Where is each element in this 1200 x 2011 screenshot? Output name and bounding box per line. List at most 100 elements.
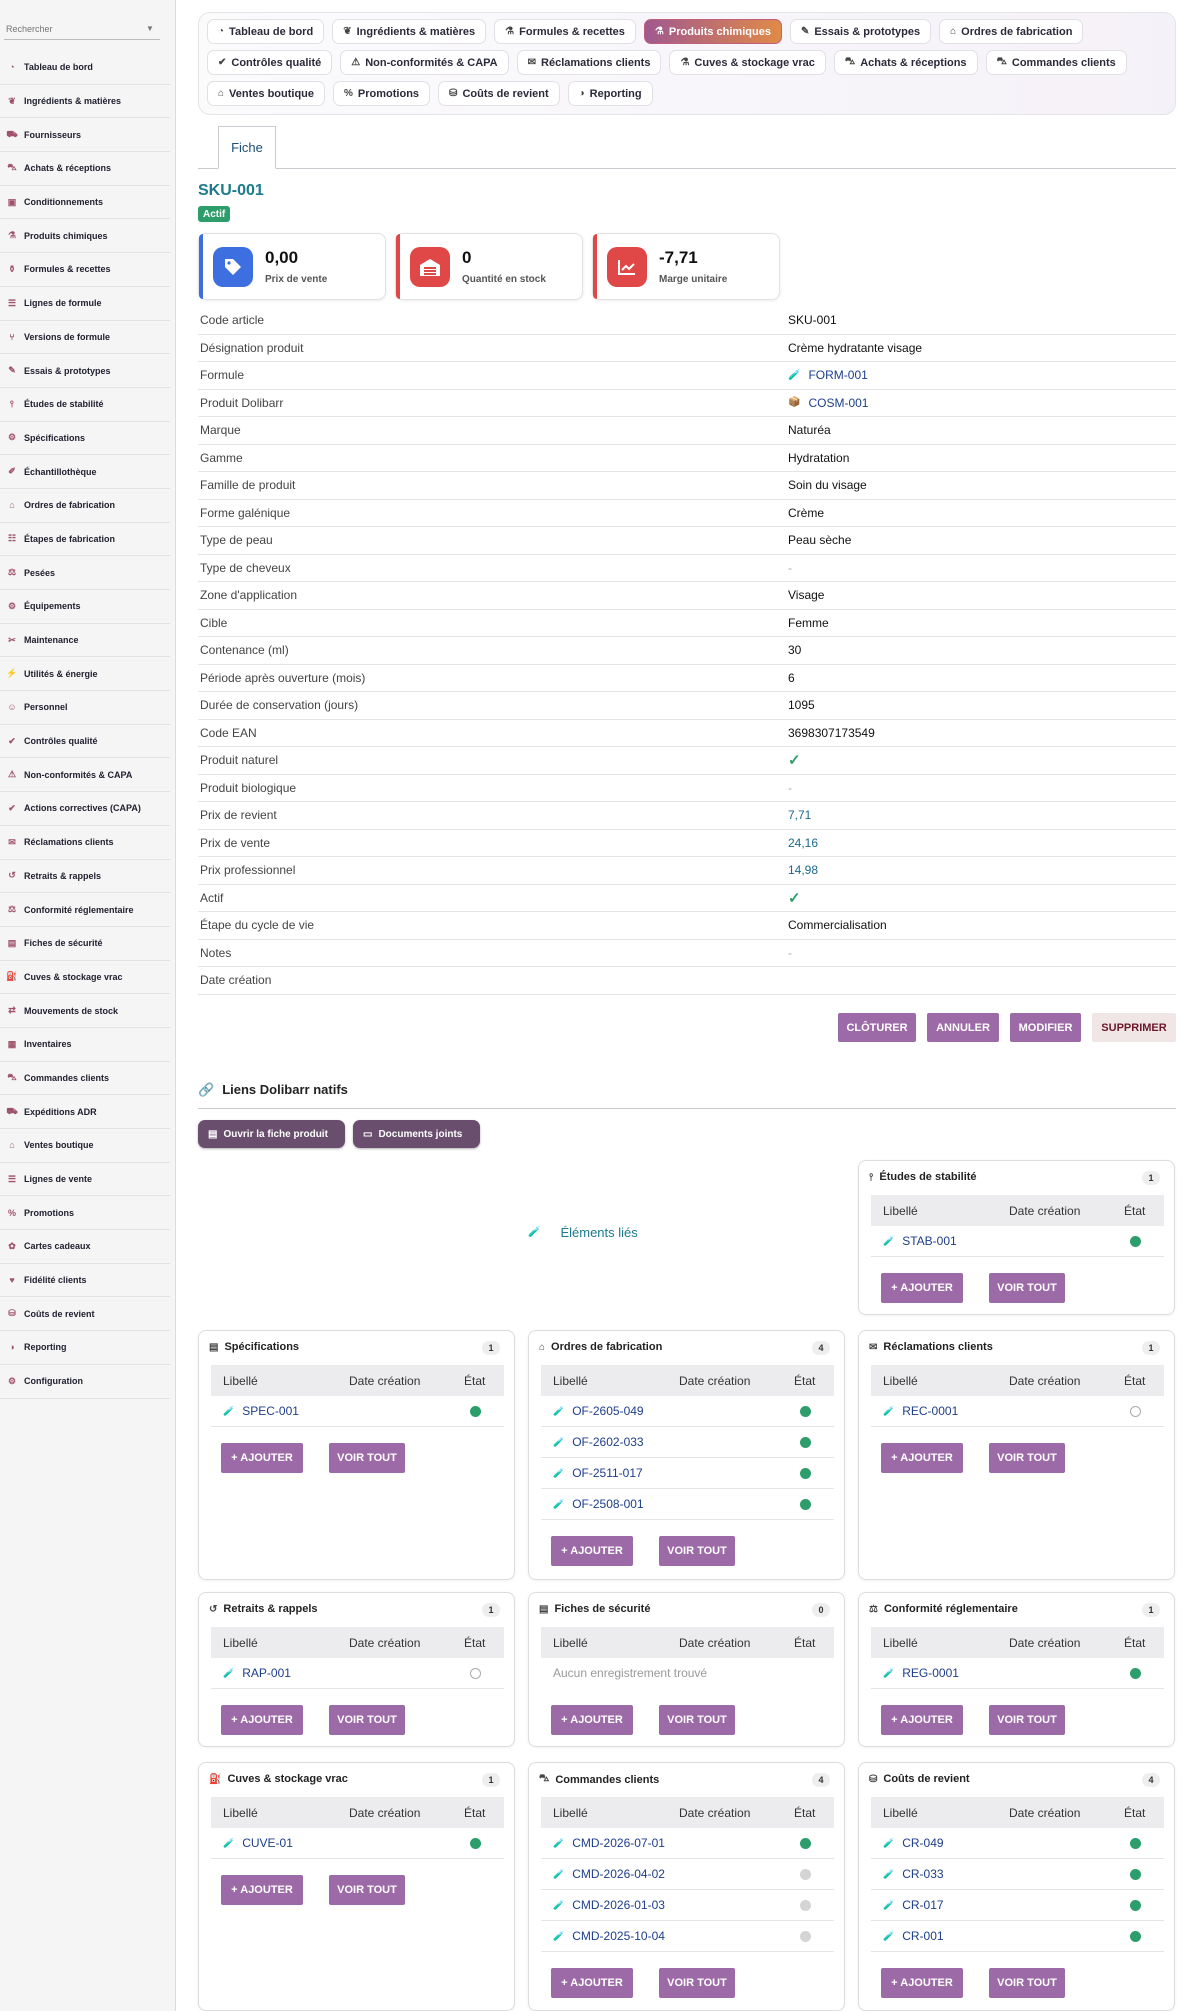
row-link[interactable]: RAP-001 [242, 1666, 464, 1680]
sidebar-item-33[interactable]: ☰ Lignes de vente [0, 1163, 170, 1197]
sidebar-item-24[interactable]: ↺ Retraits & rappels [0, 860, 170, 894]
sidebar-item-20[interactable]: ✔ Contrôles qualité [0, 725, 170, 759]
row-link[interactable]: SPEC-001 [242, 1404, 464, 1418]
view-all-button[interactable]: VOIR TOUT [329, 1875, 405, 1905]
sidebar-item-28[interactable]: ⇄ Mouvements de stock [0, 994, 170, 1028]
sidebar-item-35[interactable]: ✿ Cartes cadeaux [0, 1230, 170, 1264]
sidebar-item-29[interactable]: ▦ Inventaires [0, 1028, 170, 1062]
sidebar-item-10[interactable]: ⫯ Études de stabilité [0, 388, 170, 422]
tab-2-0[interactable]: ⌂ Ventes boutique [207, 81, 326, 106]
sidebar-item-39[interactable]: ⚙ Configuration [0, 1365, 170, 1399]
tab-0-4[interactable]: ✎ Essais & prototypes [789, 19, 932, 44]
field-link[interactable]: FORM-001 [808, 368, 867, 382]
sidebar-item-36[interactable]: ♥ Fidélité clients [0, 1264, 170, 1298]
sidebar-item-9[interactable]: ✎ Essais & prototypes [0, 354, 170, 388]
sidebar-item-8[interactable]: ⑂ Versions de formule [0, 321, 170, 355]
tab-0-3[interactable]: ⚗ Produits chimiques [643, 19, 782, 44]
chevron-down-icon[interactable]: ▼ [146, 24, 154, 33]
view-all-button[interactable]: VOIR TOUT [659, 1536, 735, 1566]
edit-button[interactable]: MODIFIER [1010, 1013, 1081, 1042]
sidebar-item-4[interactable]: ▣ Conditionnements [0, 186, 170, 220]
add-button[interactable]: + AJOUTER [221, 1705, 303, 1735]
sidebar-item-31[interactable]: ⛟ Expéditions ADR [0, 1095, 170, 1129]
sidebar-item-27[interactable]: ⛽ Cuves & stockage vrac [0, 961, 170, 995]
add-button[interactable]: + AJOUTER [221, 1875, 303, 1905]
view-all-button[interactable]: VOIR TOUT [329, 1705, 405, 1735]
row-link[interactable]: REC-0001 [902, 1404, 1124, 1418]
tab-2-3[interactable]: ◑ Reporting [567, 81, 653, 106]
tab-fiche[interactable]: Fiche [218, 126, 276, 169]
view-all-button[interactable]: VOIR TOUT [659, 1968, 735, 1998]
tab-2-1[interactable]: % Promotions [333, 81, 431, 106]
sidebar-item-11[interactable]: ⚙ Spécifications [0, 422, 170, 456]
sidebar-item-13[interactable]: ⌂ Ordres de fabrication [0, 489, 170, 523]
sidebar-item-5[interactable]: ⚗ Produits chimiques [0, 219, 170, 254]
add-button[interactable]: + AJOUTER [551, 1536, 633, 1566]
cancel-button[interactable]: ANNULER [927, 1013, 999, 1042]
view-all-button[interactable]: VOIR TOUT [989, 1968, 1065, 1998]
sidebar-item-26[interactable]: ▤ Fiches de sécurité [0, 927, 170, 961]
row-link[interactable]: CR-001 [902, 1929, 1124, 1943]
sidebar-item-18[interactable]: ⚡ Utilités & énergie [0, 657, 170, 692]
add-button[interactable]: + AJOUTER [881, 1705, 963, 1735]
sidebar-item-7[interactable]: ☰ Lignes de formule [0, 287, 170, 321]
field-link[interactable]: COSM-001 [808, 396, 868, 410]
row-link[interactable]: CMD-2026-01-03 [572, 1898, 794, 1912]
row-link[interactable]: OF-2602-033 [572, 1435, 794, 1449]
view-all-button[interactable]: VOIR TOUT [989, 1705, 1065, 1735]
tab-0-1[interactable]: ❦ Ingrédients & matières [332, 19, 487, 44]
sidebar-item-17[interactable]: ✂ Maintenance [0, 624, 170, 658]
tab-1-2[interactable]: ✉ Réclamations clients [516, 50, 662, 75]
add-button[interactable]: + AJOUTER [881, 1273, 963, 1303]
add-button[interactable]: + AJOUTER [881, 1968, 963, 1998]
sidebar-item-22[interactable]: ✔ Actions correctives (CAPA) [0, 792, 170, 826]
view-all-button[interactable]: VOIR TOUT [329, 1443, 405, 1473]
open-product-button[interactable]: ▤ Ouvrir la fiche produit [198, 1120, 345, 1148]
close-button[interactable]: CLÔTURER [838, 1013, 916, 1042]
sidebar-item-32[interactable]: ⌂ Ventes boutique [0, 1129, 170, 1163]
sidebar-item-34[interactable]: % Promotions [0, 1196, 170, 1231]
sidebar-item-1[interactable]: ❦ Ingrédients & matières [0, 85, 170, 119]
sidebar-item-6[interactable]: ⚱ Formules & recettes [0, 253, 170, 287]
view-all-button[interactable]: VOIR TOUT [659, 1705, 735, 1735]
row-link[interactable]: CR-033 [902, 1867, 1124, 1881]
row-link[interactable]: CR-049 [902, 1836, 1124, 1850]
row-link[interactable]: STAB-001 [902, 1234, 1124, 1248]
tab-0-5[interactable]: ⌂ Ordres de fabrication [939, 19, 1084, 44]
view-all-button[interactable]: VOIR TOUT [989, 1443, 1065, 1473]
row-link[interactable]: CR-017 [902, 1898, 1124, 1912]
tab-0-0[interactable]: ◔ Tableau de bord [207, 19, 325, 44]
sidebar-item-19[interactable]: ☺ Personnel [0, 691, 170, 725]
row-link[interactable]: OF-2605-049 [572, 1404, 794, 1418]
linked-elements[interactable]: 🧪 Éléments liés [528, 1225, 638, 1240]
row-link[interactable]: REG-0001 [902, 1666, 1124, 1680]
sidebar-item-38[interactable]: ◑ Reporting [0, 1331, 170, 1365]
row-link[interactable]: OF-2508-001 [572, 1497, 794, 1511]
sidebar-item-30[interactable]: ⛍ Commandes clients [0, 1062, 170, 1096]
sidebar-item-25[interactable]: ⚖ Conformité réglementaire [0, 893, 170, 927]
sidebar-item-14[interactable]: ☷ Étapes de fabrication [0, 523, 170, 557]
row-link[interactable]: CMD-2026-04-02 [572, 1867, 794, 1881]
sidebar-item-23[interactable]: ✉ Réclamations clients [0, 826, 170, 860]
add-button[interactable]: + AJOUTER [881, 1443, 963, 1473]
tab-0-2[interactable]: ⚗ Formules & recettes [494, 19, 636, 44]
sidebar-item-2[interactable]: ⛟ Fournisseurs [0, 118, 170, 153]
sidebar-item-15[interactable]: ⚖ Pesées [0, 556, 170, 590]
sidebar-item-37[interactable]: ⛁ Coûts de revient [0, 1297, 170, 1332]
sidebar-item-16[interactable]: ⚙ Équipements [0, 590, 170, 624]
add-button[interactable]: + AJOUTER [551, 1705, 633, 1735]
tab-2-2[interactable]: ⛁ Coûts de revient [438, 81, 560, 106]
sidebar-item-21[interactable]: ⚠ Non-conformités & CAPA [0, 758, 170, 793]
tab-1-3[interactable]: ⚗ Cuves & stockage vrac [669, 50, 826, 75]
tab-1-5[interactable]: ⛍ Commandes clients [985, 50, 1127, 75]
sidebar-item-0[interactable]: ◔ Tableau de bord [0, 51, 170, 85]
tab-1-1[interactable]: ⚠ Non-conformités & CAPA [340, 50, 509, 75]
search-input[interactable] [4, 18, 160, 40]
row-link[interactable]: CMD-2025-10-04 [572, 1929, 794, 1943]
row-link[interactable]: OF-2511-017 [572, 1466, 794, 1480]
row-link[interactable]: CUVE-01 [242, 1836, 464, 1850]
add-button[interactable]: + AJOUTER [551, 1968, 633, 1998]
tab-1-4[interactable]: ⛍ Achats & réceptions [833, 50, 978, 75]
add-button[interactable]: + AJOUTER [221, 1443, 303, 1473]
tab-1-0[interactable]: ✔ Contrôles qualité [207, 50, 333, 75]
